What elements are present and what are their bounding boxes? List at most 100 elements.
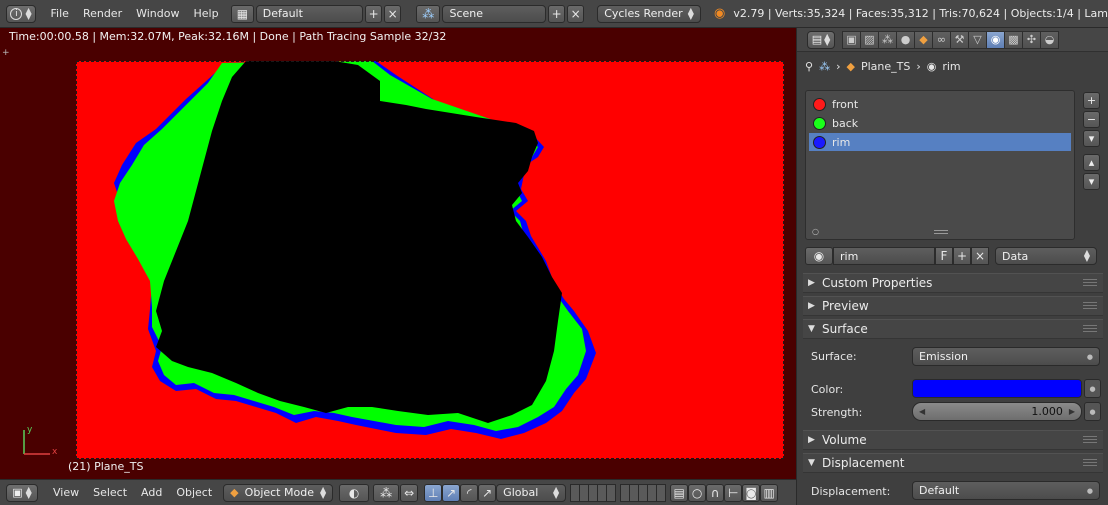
color-swatch[interactable]	[912, 379, 1082, 398]
strength-slider[interactable]: ◀ 1.000 ▶	[912, 402, 1082, 421]
add-layout-button[interactable]: +	[365, 4, 383, 23]
object-mode-icon: ◆	[230, 486, 239, 499]
pin-icon[interactable]: ⚲	[805, 60, 813, 73]
screen-layout-button[interactable]: ▦	[231, 4, 254, 23]
fake-user-button[interactable]: F	[935, 247, 953, 265]
viewport-shading-button[interactable]: ◐	[339, 483, 370, 502]
list-item[interactable]: front	[809, 95, 1071, 113]
layers-group-1[interactable]	[570, 483, 617, 502]
add-scene-button[interactable]: +	[548, 4, 566, 23]
scale-button[interactable]: ↗	[478, 483, 497, 502]
tab-physics[interactable]: ◒	[1040, 30, 1059, 49]
tab-particles[interactable]: ✣	[1022, 30, 1041, 49]
editor-type-button[interactable]: ▣ ▲ ▼	[6, 483, 38, 502]
chevron-right-icon: ▶	[808, 435, 815, 445]
move-slot-up-button[interactable]: ▴	[1083, 154, 1100, 171]
move-slot-down-button[interactable]: ▾	[1083, 173, 1100, 190]
tab-texture[interactable]: ▩	[1004, 30, 1023, 49]
slot-specials-button[interactable]: ▾	[1083, 130, 1100, 147]
scene-field[interactable]: Scene	[442, 4, 547, 23]
drag-handle-icon[interactable]	[1083, 302, 1097, 311]
render-engine-dropdown[interactable]: Cycles Render ▲ ▼	[597, 4, 701, 23]
menu-object[interactable]: Object	[169, 486, 219, 499]
tab-constraints[interactable]: ∞	[932, 30, 951, 49]
menu-add[interactable]: Add	[134, 486, 169, 499]
editor-type-button[interactable]: i ▲ ▼	[6, 4, 37, 23]
tab-render-layers[interactable]: ▨	[860, 30, 879, 49]
3d-viewport[interactable]: Time:00:00.58 | Mem:32.07M, Peak:32.16M …	[0, 28, 796, 479]
editor-type-button[interactable]: ▤ ▲ ▼	[807, 30, 835, 49]
menu-window[interactable]: Window	[129, 7, 186, 20]
chevron-down-icon: ▼	[808, 324, 815, 334]
filter-options-icon[interactable]: ○	[812, 227, 819, 236]
mode-dropdown[interactable]: ◆ Object Mode ▲ ▼	[223, 483, 334, 502]
new-material-button[interactable]: +	[953, 247, 971, 265]
screen-layout-field[interactable]: Default	[255, 4, 364, 23]
displacement-label: Displacement:	[811, 485, 891, 498]
orientation-dropdown[interactable]: Global ▲ ▼	[496, 483, 567, 502]
render-anim-button[interactable]: ▥	[760, 483, 779, 502]
node-socket-icon[interactable]: ●	[1084, 402, 1101, 421]
remove-scene-button[interactable]: ×	[567, 4, 585, 23]
manipulator-toggle[interactable]: ⇔	[400, 483, 419, 502]
panel-title: Displacement	[822, 456, 905, 470]
translate-manipulator[interactable]: ⊥	[424, 483, 443, 502]
tab-object[interactable]: ◆	[914, 30, 933, 49]
remove-slot-button[interactable]: −	[1083, 111, 1100, 128]
translate-button[interactable]: ↗	[442, 483, 461, 502]
drag-handle-icon[interactable]	[1083, 325, 1097, 334]
pivot-point-button[interactable]: ⁂	[373, 483, 400, 502]
tab-material[interactable]: ◉	[986, 30, 1005, 49]
object-icon: ◆	[846, 60, 855, 73]
menu-view[interactable]: View	[46, 486, 86, 499]
menu-help[interactable]: Help	[186, 7, 225, 20]
decrement-icon[interactable]: ◀	[919, 407, 925, 416]
menu-file[interactable]: File	[44, 7, 76, 20]
render-button[interactable]: ◙	[742, 483, 761, 502]
panel-preview[interactable]: ▶ Preview	[803, 296, 1103, 316]
link-icon: ∞	[936, 33, 947, 46]
rotate-button[interactable]: ◜	[460, 483, 479, 502]
browse-material-button[interactable]: ◉	[805, 247, 833, 265]
material-name-field[interactable]: rim	[833, 247, 935, 265]
axis-gizmo: y x	[23, 425, 58, 457]
list-item[interactable]: back	[809, 114, 1071, 132]
snap-element-button[interactable]: ⊢	[724, 483, 743, 502]
surface-shader-field[interactable]: Emission ●	[912, 347, 1100, 366]
proportional-edit-button[interactable]: ○	[688, 483, 707, 502]
tab-modifiers[interactable]: ⚒	[950, 30, 969, 49]
panel-surface[interactable]: ▼ Surface	[803, 319, 1103, 339]
panel-volume[interactable]: ▶ Volume	[803, 430, 1103, 450]
layout-grid-icon: ▦	[236, 6, 249, 21]
camera-icon: ◙	[745, 485, 757, 500]
chevron-down-icon: ▼	[808, 458, 815, 468]
drag-handle-icon[interactable]	[1083, 436, 1097, 445]
add-slot-button[interactable]: +	[1083, 92, 1100, 109]
tab-data[interactable]: ▽	[968, 30, 987, 49]
drag-handle-icon[interactable]	[1083, 459, 1097, 468]
remove-layout-button[interactable]: ×	[384, 4, 402, 23]
list-item[interactable]: rim	[809, 133, 1071, 151]
tab-render[interactable]: ▣	[842, 30, 861, 49]
chevron-right-icon: ›	[836, 60, 841, 73]
link-dropdown[interactable]: Data ▲ ▼	[995, 247, 1097, 265]
snap-element-icon: ⊢	[727, 485, 739, 500]
drag-handle-icon[interactable]	[1083, 279, 1097, 288]
lock-camera-button[interactable]: ▤	[670, 483, 689, 502]
breadcrumb-object: Plane_TS	[860, 60, 911, 73]
tab-world[interactable]: ●	[896, 30, 915, 49]
unlink-material-button[interactable]: ×	[971, 247, 989, 265]
node-socket-icon[interactable]: ●	[1084, 379, 1101, 398]
layers-group-2[interactable]	[620, 483, 667, 502]
snap-button[interactable]: ∩	[706, 483, 725, 502]
resize-handle[interactable]	[934, 230, 948, 234]
scene-button[interactable]: ⁂	[416, 4, 441, 23]
panel-displacement[interactable]: ▼ Displacement	[803, 453, 1103, 473]
menu-select[interactable]: Select	[86, 486, 134, 499]
displacement-field[interactable]: Default ●	[912, 481, 1100, 500]
panel-custom-properties[interactable]: ▶ Custom Properties	[803, 273, 1103, 293]
material-slot-list[interactable]: front back rim ○	[805, 90, 1075, 240]
tab-scene[interactable]: ⁂	[878, 30, 897, 49]
menu-render[interactable]: Render	[76, 7, 129, 20]
increment-icon[interactable]: ▶	[1069, 407, 1075, 416]
